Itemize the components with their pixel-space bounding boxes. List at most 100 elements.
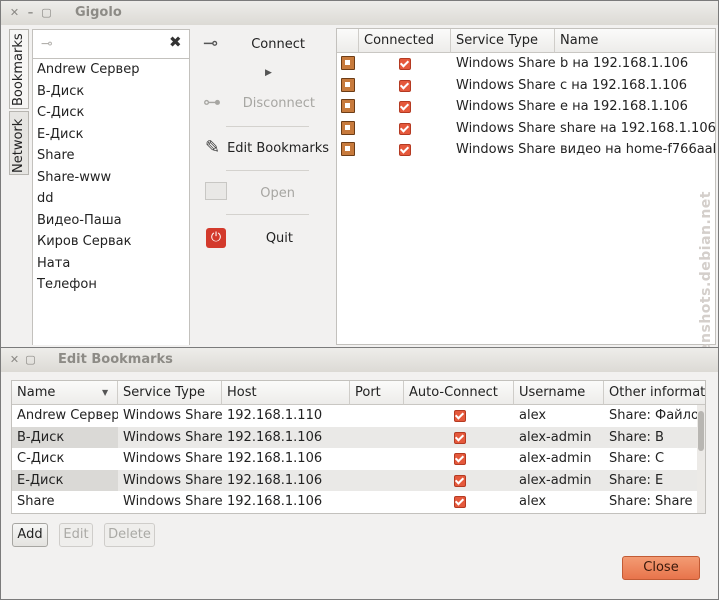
connection-row[interactable]: Windows Share c на 192.168.1.106 [337, 75, 715, 96]
connected-checkbox[interactable] [359, 53, 451, 74]
tab-bookmarks[interactable]: Bookmarks [9, 29, 29, 109]
edit-bookmarks-dialog: ✕ ▢ Edit Bookmarks Name ▼ Service Type H… [0, 347, 719, 600]
table-row[interactable]: С-Диск Windows Share 192.168.1.106 alex-adm… [12, 448, 699, 470]
bookmark-list-item[interactable]: С-Диск [37, 102, 84, 123]
bookmark-service-type: Windows Share [123, 494, 222, 510]
column-header-other-info[interactable]: Other informat [604, 381, 705, 405]
clear-icon[interactable]: ✖ [169, 33, 182, 51]
auto-connect-checkbox[interactable] [404, 427, 514, 448]
bookmark-service-type: Windows Share [123, 472, 222, 488]
bookmark-host: 192.168.1.106 [227, 451, 323, 467]
auto-connect-checkbox[interactable] [404, 448, 514, 469]
bookmark-list-item[interactable]: В-Диск [37, 81, 84, 102]
column-header-port[interactable]: Port [350, 381, 404, 405]
connection-name: e на 192.168.1.106 [560, 99, 688, 114]
bookmark-username: alex-admin [519, 451, 592, 467]
window-title: Gigolo [75, 5, 122, 20]
column-header-service-type[interactable]: Service Type [451, 29, 555, 53]
column-header-host[interactable]: Host [222, 381, 350, 405]
close-window-icon[interactable]: ✕ [8, 6, 21, 19]
bookmark-port [350, 405, 404, 426]
connection-name: видео на home-f766aab9 [560, 142, 715, 157]
bookmark-name: Andrew Сервер [17, 408, 118, 423]
edit-button[interactable]: Edit [59, 523, 93, 547]
edit-bookmarks-titlebar[interactable]: ✕ ▢ Edit Bookmarks [1, 348, 718, 372]
delete-button[interactable]: Delete [104, 523, 155, 547]
auto-connect-checkbox[interactable] [404, 470, 514, 491]
disconnect-button[interactable]: ⊶ Disconnect [203, 86, 331, 122]
column-header-icon[interactable] [337, 29, 359, 53]
table-row[interactable]: Share Windows Share 192.168.1.106 alex Share… [12, 491, 699, 513]
bookmark-service-type: Windows Share [123, 451, 222, 467]
add-button[interactable]: Add [12, 523, 48, 547]
column-header-auto-connect[interactable]: Auto-Connect [404, 381, 514, 405]
maximize-window-icon[interactable]: ▢ [40, 6, 53, 19]
gigolo-titlebar[interactable]: ✕ – ▢ Gigolo [1, 1, 718, 25]
sort-down-icon: ▼ [102, 388, 109, 397]
open-button[interactable]: Open [203, 176, 331, 212]
connection-row[interactable]: Windows Share видео на home-f766aab9 [337, 139, 715, 160]
bookmark-service-type: Windows Share [123, 429, 222, 445]
bookmark-list-item[interactable]: Видео-Паша [37, 210, 122, 231]
connection-service-type: Windows Share [456, 142, 555, 157]
connection-service-type: Windows Share [456, 99, 555, 114]
maximize-dialog-icon[interactable]: ▢ [24, 353, 37, 366]
column-header-username[interactable]: Username [514, 381, 604, 405]
bookmark-host: 192.168.1.106 [227, 429, 323, 445]
connection-name: c на 192.168.1.106 [560, 77, 687, 93]
bookmark-username: alex-admin [519, 472, 592, 488]
toolbar-separator [226, 170, 309, 171]
bookmark-host: 192.168.1.106 [227, 472, 323, 488]
column-header-connected[interactable]: Connected [359, 29, 451, 53]
bookmark-port [350, 427, 404, 448]
connect-dropdown-icon[interactable]: ▶ [265, 68, 272, 78]
connected-checkbox[interactable] [359, 75, 451, 96]
connected-checkbox[interactable] [359, 96, 451, 117]
bookmark-list-item[interactable]: Andrew Сервер [37, 59, 139, 80]
bookmark-list-item[interactable]: dd [37, 188, 54, 209]
bookmark-host: 192.168.1.106 [227, 494, 323, 510]
connection-row[interactable]: Windows Share share на 192.168.1.106 [337, 118, 715, 139]
table-row[interactable]: Е-Диск Windows Share 192.168.1.106 alex-adm… [12, 469, 699, 491]
tab-network[interactable]: Network [9, 111, 29, 175]
scrollbar-thumb[interactable] [698, 411, 704, 451]
close-dialog-icon[interactable]: ✕ [8, 353, 21, 366]
bookmark-other-info: Share: C [609, 451, 665, 467]
share-folder-icon [337, 75, 359, 96]
connected-checkbox[interactable] [359, 139, 451, 160]
connect-button[interactable]: ⊸ Connect [203, 27, 331, 63]
auto-connect-checkbox[interactable] [404, 405, 514, 426]
vertical-scrollbar[interactable] [697, 405, 705, 513]
bookmark-list-item[interactable]: Киров Сервак [37, 231, 132, 252]
auto-connect-checkbox[interactable] [404, 491, 514, 512]
bookmarks-panel: ⊸ ✖ Andrew Сервер В-Диск С-Диск Е-Диск Share… [32, 29, 190, 345]
bookmark-other-info: Share: Share [609, 494, 693, 510]
bookmark-name: С-Диск [17, 451, 65, 467]
bookmark-list-item[interactable]: Share-www [37, 167, 111, 188]
column-header-service-type[interactable]: Service Type [118, 381, 222, 405]
close-button[interactable]: Close [622, 556, 700, 580]
table-row[interactable]: В-Диск Windows Share 192.168.1.106 alex-adm… [12, 426, 699, 448]
table-row[interactable]: Andrew Сервер Windows Share 192.168.1.110 a… [12, 405, 699, 426]
tab-network-label: Network [11, 118, 26, 173]
column-header-name[interactable]: Name [555, 29, 715, 53]
bookmark-list-item[interactable]: Телефон [37, 274, 97, 295]
connection-row[interactable]: Windows Share e на 192.168.1.106 [337, 96, 715, 117]
column-header-name[interactable]: Name ▼ [12, 381, 118, 405]
connections-table: Connected Service Type Name Windows Shar… [336, 28, 716, 345]
bookmark-list-item[interactable]: Ната [37, 253, 70, 274]
bookmark-username: alex [519, 494, 547, 510]
share-folder-icon [337, 96, 359, 117]
quit-button[interactable]: ⏻ Quit [203, 221, 331, 257]
minimize-window-icon[interactable]: – [24, 6, 37, 19]
bookmark-host: 192.168.1.110 [227, 408, 323, 423]
connection-row[interactable]: Windows Share b на 192.168.1.106 [337, 53, 715, 74]
toolbar-separator [226, 126, 309, 127]
connection-service-type: Windows Share [456, 120, 555, 136]
dialog-title: Edit Bookmarks [58, 352, 173, 367]
bookmark-list-item[interactable]: Е-Диск [37, 124, 84, 145]
bookmark-list-item[interactable]: Share [37, 145, 75, 166]
connection-name: b на 192.168.1.106 [560, 56, 689, 71]
connected-checkbox[interactable] [359, 118, 451, 139]
edit-bookmarks-button[interactable]: ✎ Edit Bookmarks [203, 131, 331, 167]
